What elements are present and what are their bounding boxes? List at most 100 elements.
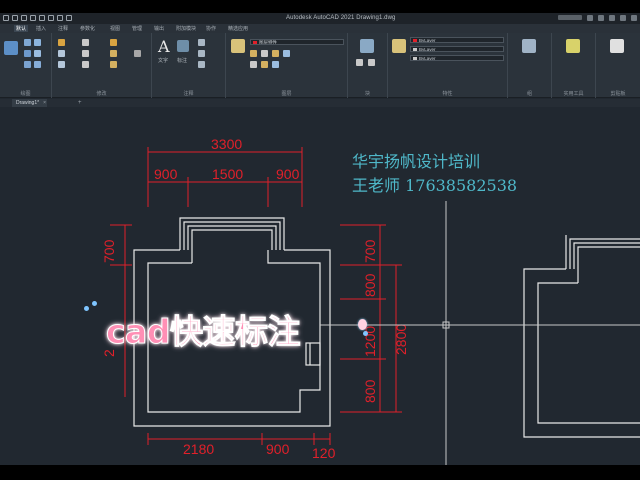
save-icon[interactable]	[30, 15, 36, 21]
array-icon[interactable]	[110, 61, 117, 68]
undo-icon[interactable]	[57, 15, 63, 21]
minimize-icon[interactable]	[609, 15, 615, 21]
dim-right-1: 700	[362, 239, 378, 263]
make-current-icon[interactable]	[250, 61, 257, 68]
layer-lock-icon[interactable]	[261, 50, 268, 57]
door-opening	[305, 342, 321, 366]
tab-collaborate[interactable]: 协作	[206, 25, 216, 32]
properties-panel: ByLayer ByLayer ByLayer 特性	[388, 33, 508, 98]
leader-icon[interactable]	[198, 39, 205, 46]
polyline-icon[interactable]	[24, 39, 31, 46]
tab-addins[interactable]: 附加模块	[176, 25, 196, 32]
dim-top-total: 3300	[211, 136, 242, 152]
tab-insert[interactable]: 插入	[36, 25, 46, 32]
fillet-icon[interactable]	[110, 50, 117, 57]
clipboard-panel-label[interactable]: 剪贴板	[596, 90, 640, 97]
app-menu-icon[interactable]	[3, 15, 9, 21]
hatch-icon[interactable]	[24, 61, 31, 68]
properties-panel-label[interactable]: 特性	[388, 90, 507, 97]
annotation-panel-label[interactable]: 注释	[152, 90, 225, 97]
close-icon[interactable]	[631, 15, 637, 21]
ellipse-icon[interactable]	[34, 61, 41, 68]
rectangle-icon[interactable]	[34, 50, 41, 57]
line-tool-icon[interactable]	[4, 41, 18, 55]
title-bar: Autodesk AutoCAD 2021 Drawing1.dwg	[0, 13, 640, 24]
tab-output[interactable]: 输出	[154, 25, 164, 32]
text-tool-label[interactable]: 文字	[158, 57, 168, 64]
drawing-canvas[interactable]: 3300 900 1500 900 700 2 700 800 1200 800…	[0, 107, 640, 465]
modify-panel-label[interactable]: 修改	[52, 90, 151, 97]
help-icon[interactable]	[598, 15, 604, 21]
layers-panel: 图层特性 图层	[226, 33, 348, 98]
quick-access-toolbar	[3, 15, 72, 21]
mirror-icon[interactable]	[82, 50, 89, 57]
maximize-icon[interactable]	[620, 15, 626, 21]
move-icon[interactable]	[58, 39, 65, 46]
dim-right-total: 2800	[393, 324, 409, 355]
tab-parametric[interactable]: 参数化	[80, 25, 95, 32]
group-icon[interactable]	[522, 39, 536, 53]
match-properties-icon[interactable]	[392, 39, 406, 53]
save-as-icon[interactable]	[39, 15, 45, 21]
groups-panel-label[interactable]: 组	[508, 90, 551, 97]
cart-icon[interactable]	[587, 15, 593, 21]
second-floor-plan	[523, 235, 640, 438]
dimension-tool-label[interactable]: 标注	[177, 57, 187, 64]
color-dropdown[interactable]: ByLayer	[410, 37, 504, 43]
table-icon[interactable]	[198, 50, 205, 57]
edit-block-icon[interactable]	[368, 59, 375, 66]
text-tool-icon[interactable]: A	[158, 39, 170, 55]
new-file-icon[interactable]	[12, 15, 18, 21]
copy-icon[interactable]	[58, 50, 65, 57]
clipboard-panel: 剪贴板	[596, 33, 640, 98]
tab-featured-apps[interactable]: 精选应用	[228, 25, 248, 32]
tab-home[interactable]: 默认	[14, 25, 29, 32]
annotation-panel: A 文字 标注 注释	[152, 33, 226, 98]
sparkle-icon	[84, 306, 89, 311]
linetype-dropdown[interactable]: ByLayer	[410, 46, 504, 52]
draw-panel: 绘图	[0, 33, 52, 98]
paste-icon[interactable]	[610, 39, 624, 53]
layer-off-icon[interactable]	[272, 50, 279, 57]
modify-panel: 修改	[52, 33, 152, 98]
close-tab-icon[interactable]: ×	[43, 99, 46, 107]
watermark-line-2: 王老师 17638582538	[352, 176, 518, 195]
open-file-icon[interactable]	[21, 15, 27, 21]
redo-icon[interactable]	[66, 15, 72, 21]
sparkle-icon	[358, 319, 367, 330]
markup-icon[interactable]	[198, 61, 205, 68]
scale-icon[interactable]	[82, 61, 89, 68]
lineweight-dropdown[interactable]: ByLayer	[410, 55, 504, 61]
layer-isolate-icon[interactable]	[283, 50, 290, 57]
rotate-icon[interactable]	[82, 39, 89, 46]
new-tab-icon[interactable]: +	[78, 99, 82, 107]
tab-view[interactable]: 视图	[110, 25, 120, 32]
dim-top-seg-2: 1500	[212, 166, 243, 182]
document-tab[interactable]: Drawing1* ×	[12, 99, 48, 107]
utilities-panel-label[interactable]: 实用工具	[552, 90, 595, 97]
measure-icon[interactable]	[566, 39, 580, 53]
arc-icon[interactable]	[24, 50, 31, 57]
stretch-icon[interactable]	[58, 61, 65, 68]
match-layer-icon[interactable]	[261, 61, 268, 68]
layer-properties-icon[interactable]	[231, 39, 245, 53]
plot-icon[interactable]	[48, 15, 54, 21]
erase-icon[interactable]	[134, 50, 141, 57]
sign-in-field[interactable]	[558, 15, 582, 20]
tab-annotate[interactable]: 注释	[58, 25, 68, 32]
plan2-inner	[537, 282, 640, 424]
circle-icon[interactable]	[34, 39, 41, 46]
layer-freeze-icon[interactable]	[250, 50, 257, 57]
tab-manage[interactable]: 管理	[132, 25, 142, 32]
layer-dropdown[interactable]: 图层特性	[250, 39, 344, 45]
document-tab-label: Drawing1*	[16, 100, 40, 106]
block-panel-label[interactable]: 块	[348, 90, 387, 97]
insert-block-icon[interactable]	[360, 39, 374, 53]
trim-icon[interactable]	[110, 39, 117, 46]
dimension-tool-icon[interactable]	[177, 40, 189, 52]
layer-walk-icon[interactable]	[272, 61, 279, 68]
draw-panel-label[interactable]: 绘图	[0, 90, 51, 97]
create-block-icon[interactable]	[356, 59, 363, 66]
layers-panel-label[interactable]: 图层	[226, 90, 347, 97]
cad-drawing: 3300 900 1500 900 700 2 700 800 1200 800…	[101, 136, 640, 465]
